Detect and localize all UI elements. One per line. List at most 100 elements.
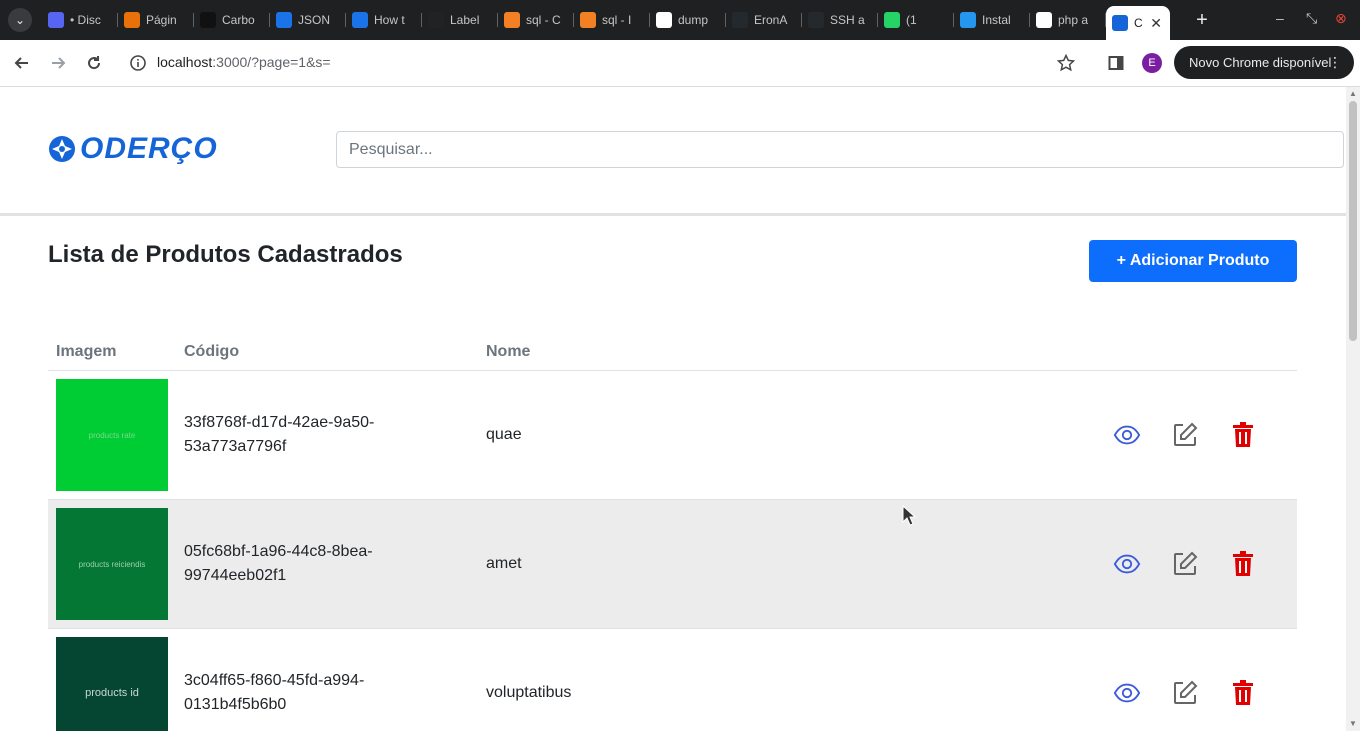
actions-cell [1041,628,1297,731]
browser-tab[interactable]: sql - C [498,6,574,34]
tab-label: sql - I [602,13,632,27]
delete-trash-icon[interactable] [1229,679,1257,707]
product-image: products reiciendis [56,508,168,620]
browser-tab[interactable]: php a [1030,6,1106,34]
stackoverflow-icon [580,12,596,28]
tab-label: SSH a [830,13,865,27]
code-cell: 05fc68bf-1a96-44c8-8bea-99744eeb02f1 [176,499,478,629]
table-row: products rate 33f8768f-d17d-42ae-9a50-53… [48,370,1297,500]
browser-tab[interactable]: How t [346,6,422,34]
tab-label: How t [374,13,405,27]
browser-tab[interactable]: Págin [118,6,194,34]
delete-trash-icon[interactable] [1229,550,1257,578]
browser-tab[interactable]: Label [422,6,498,34]
browser-tab[interactable]: • Disc [42,6,118,34]
browser-tab[interactable]: JSON [270,6,346,34]
update-label: Novo Chrome disponível [1189,55,1332,70]
page-scrollbar[interactable]: ▲ ▼ [1346,87,1360,731]
url-host: localhost [157,54,213,70]
restore-icon[interactable]: ⤡ [1306,10,1317,27]
browser-tab[interactable]: Carbo [194,6,270,34]
url-path: :3000/?page=1&s= [212,54,331,70]
image-cell: products id [48,628,176,731]
browser-tab-strip: ⌄ • Disc Págin Carbo JSON How t Label sql - C s… [0,0,1360,40]
products-table: Imagem Código Nome products rate 33f8768… [48,333,1297,731]
dot-icon [352,12,368,28]
browser-tab[interactable]: sql - I [574,6,650,34]
browser-tab[interactable]: EronA [726,6,802,34]
profile-avatar[interactable]: E [1142,53,1162,73]
column-header-code: Código [176,333,478,371]
kebab-menu-icon[interactable]: ⋮ [1328,54,1342,71]
code-cell: 33f8768f-d17d-42ae-9a50-53a773a7796f [176,370,478,500]
scrollbar-thumb[interactable] [1349,101,1357,341]
tab-label: sql - C [526,13,561,27]
image-cell: products reiciendis [48,499,176,629]
browser-tab[interactable]: SSH a [802,6,878,34]
close-tab-icon[interactable]: ✕ [1150,15,1162,32]
oderco-logo-icon [49,136,75,162]
oderco-logo[interactable]: ODERÇO [48,132,218,165]
address-bar[interactable]: localhost:3000/?page=1&s= [157,54,331,70]
tab-label: (1 [906,13,917,27]
docker-icon [960,12,976,28]
browser-tab[interactable]: dump [650,6,726,34]
view-eye-icon[interactable] [1113,421,1141,449]
edit-icon[interactable] [1171,421,1199,449]
tab-label: Instal [982,13,1011,27]
name-cell: amet [478,499,1041,629]
view-eye-icon[interactable] [1113,550,1141,578]
reload-icon[interactable] [82,51,106,75]
new-tab-button[interactable]: + [1192,8,1212,32]
tab-label: • Disc [70,13,101,27]
image-cell: products rate [48,370,176,500]
page-title: Lista de Produtos Cadastrados [48,241,403,268]
browser-tab[interactable]: (1 [878,6,954,34]
page-viewport: ODERÇO Lista de Produtos Cadastrados + A… [0,87,1346,731]
scroll-down-arrow-icon[interactable]: ▼ [1349,719,1357,728]
google-icon [1036,12,1052,28]
edit-icon[interactable] [1171,679,1199,707]
side-panel-icon[interactable] [1104,51,1128,75]
back-icon[interactable] [10,51,34,75]
page-icon [124,12,140,28]
actions-cell [1041,370,1297,500]
tab-label: C [1134,16,1143,30]
site-info-icon[interactable] [126,51,150,75]
scroll-up-arrow-icon[interactable]: ▲ [1349,89,1357,98]
product-image-caption: products rate [88,430,136,440]
product-image-caption: products id [85,687,139,699]
product-image: products id [56,637,168,731]
mouse-cursor-icon [902,505,916,526]
actions-cell [1041,499,1297,629]
tab-label: Label [450,13,480,27]
carbon-icon [200,12,216,28]
delete-trash-icon[interactable] [1229,421,1257,449]
tab-label: dump [678,13,709,27]
minimize-icon[interactable]: – [1276,10,1284,26]
browser-tab-active[interactable]: C ✕ [1106,6,1170,40]
label-icon [428,12,444,28]
name-cell: quae [478,370,1041,500]
forward-icon[interactable] [46,51,70,75]
tab-label: php a [1058,13,1089,27]
edit-icon[interactable] [1171,550,1199,578]
tab-label: EronA [754,13,788,27]
bookmark-star-icon[interactable] [1054,51,1078,75]
table-row: products id 3c04ff65-f860-45fd-a994-0131… [48,628,1297,731]
view-eye-icon[interactable] [1113,679,1141,707]
add-product-button[interactable]: + Adicionar Produto [1089,240,1297,282]
discord-icon [48,12,64,28]
whatsapp-icon [884,12,900,28]
chrome-update-button[interactable]: Novo Chrome disponível ⋮ [1174,46,1354,79]
search-input[interactable] [336,131,1344,168]
close-window-icon[interactable]: ⊗ [1335,10,1347,27]
column-header-actions [1041,333,1297,371]
product-image-caption: products reiciendis [78,559,146,569]
product-image: products rate [56,379,168,491]
browser-tab[interactable]: Instal [954,6,1030,34]
column-header-image: Imagem [48,333,176,371]
tab-label: Carbo [222,13,255,27]
product-code: 05fc68bf-1a96-44c8-8bea-99744eeb02f1 [184,543,373,584]
tab-search-icon[interactable]: ⌄ [8,8,32,32]
